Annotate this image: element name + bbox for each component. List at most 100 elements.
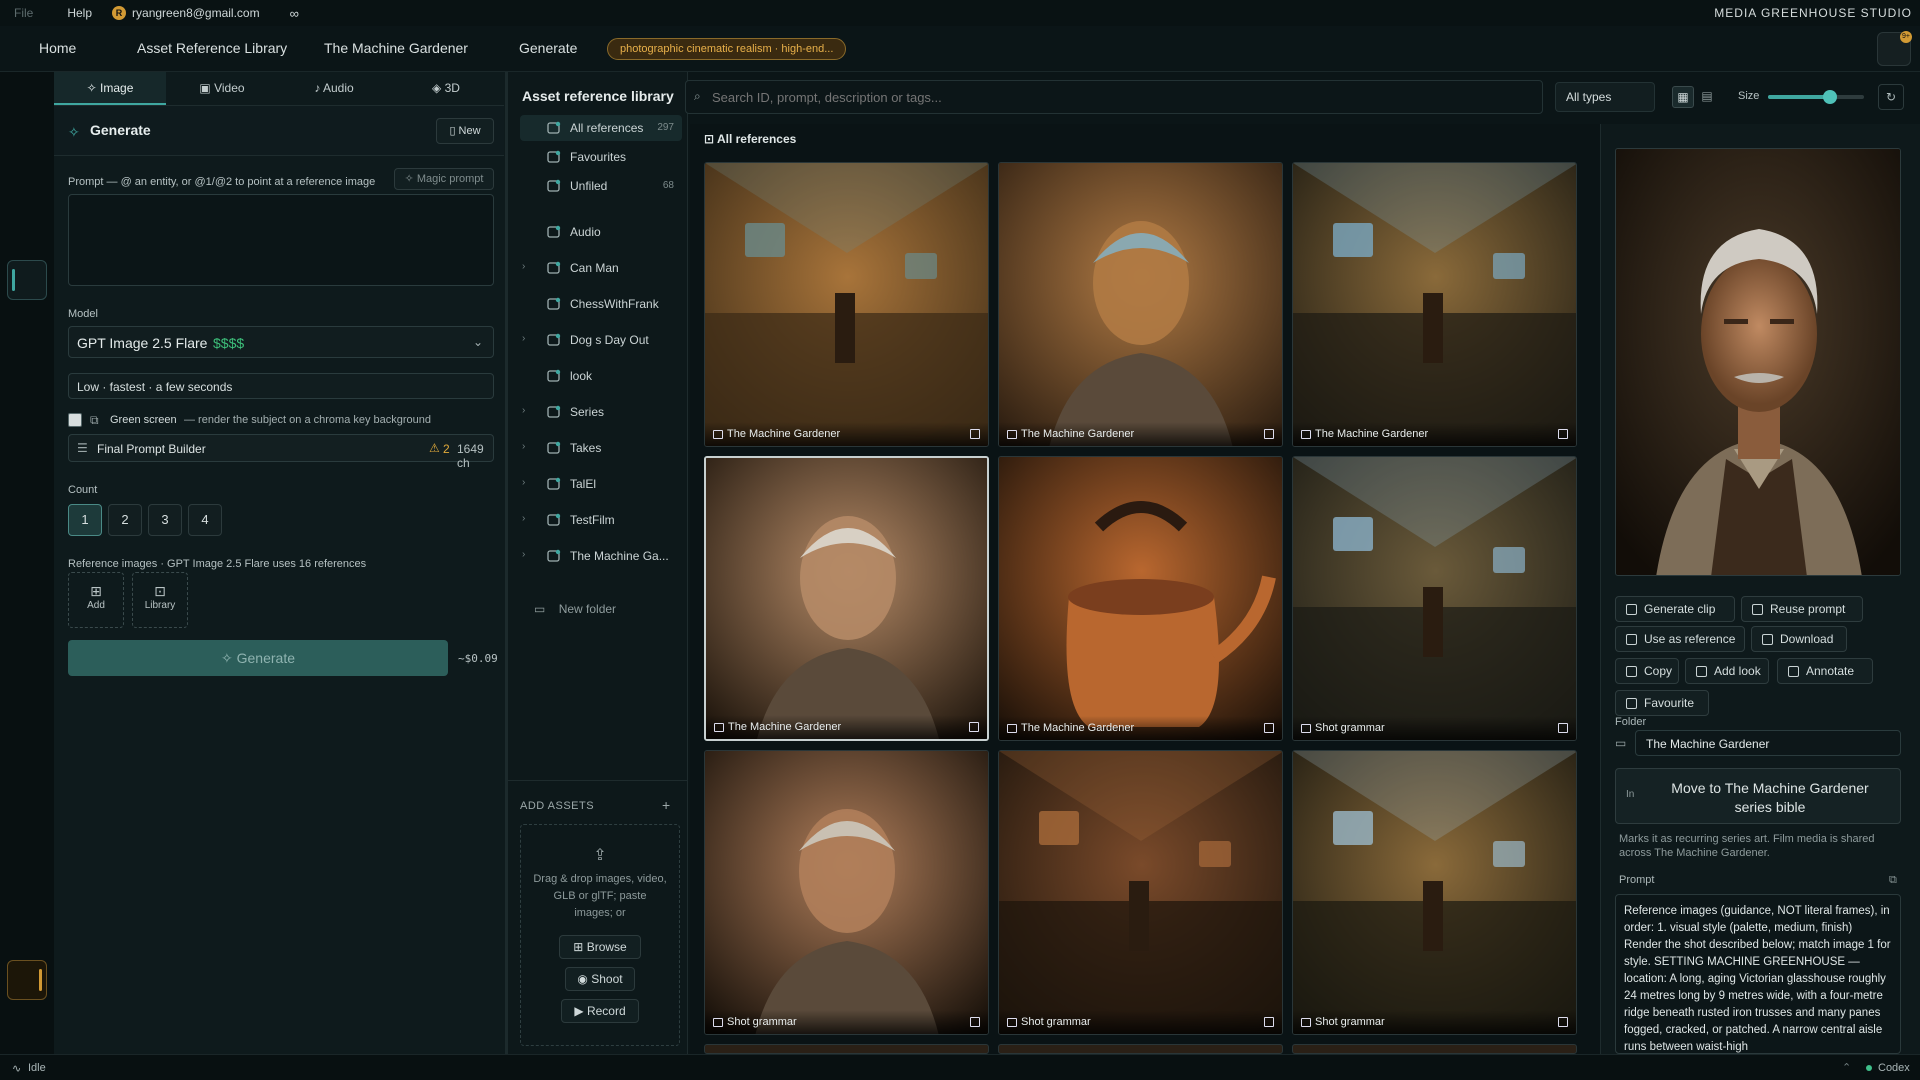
expand-icon[interactable]	[969, 722, 979, 732]
copy-button[interactable]: Copy	[1615, 658, 1679, 684]
reuse-prompt-button[interactable]: Reuse prompt	[1741, 596, 1863, 622]
record-button[interactable]: ▶ Record	[561, 999, 639, 1023]
nav-asset-library[interactable]: Asset Reference Library	[137, 40, 287, 56]
chevron-right-icon[interactable]: ›	[522, 477, 525, 488]
folder-icon: ▭	[1615, 736, 1627, 750]
green-screen-checkbox[interactable]	[68, 413, 82, 427]
sidebar-item-dog-s-day-out[interactable]: › Dog s Day Out	[520, 327, 682, 353]
expand-icon[interactable]	[1264, 723, 1274, 733]
browse-button[interactable]: ⊞ Browse	[559, 935, 641, 959]
download-button[interactable]: Download	[1751, 626, 1847, 652]
generate-button[interactable]: ✧ Generate	[68, 640, 448, 676]
new-button[interactable]: ▯ New	[436, 118, 494, 144]
rail-panel-button[interactable]	[7, 260, 47, 300]
move-to-series-bible-button[interactable]: In Move to The Machine Gardener series b…	[1615, 768, 1901, 824]
tile-caption: The Machine Gardener	[999, 422, 1282, 446]
count-4[interactable]: 4	[188, 504, 222, 536]
drop-zone[interactable]: ⇪ Drag & drop images, video, GLB or glTF…	[520, 824, 680, 1046]
reference-tile[interactable]: The Machine Gardener	[998, 456, 1283, 741]
sidebar-item-series[interactable]: › Series	[520, 399, 682, 425]
reference-tile-partial[interactable]	[704, 1044, 989, 1054]
expand-icon[interactable]	[1264, 429, 1274, 439]
sidebar-item-the-machine-ga[interactable]: › The Machine Ga...	[520, 543, 682, 569]
chevron-right-icon[interactable]: ›	[522, 405, 525, 416]
type-filter-select[interactable]: All types	[1555, 82, 1655, 112]
menu-help[interactable]: Help	[67, 6, 92, 20]
reference-tile-partial[interactable]	[998, 1044, 1283, 1054]
favourite-button[interactable]: Favourite	[1615, 690, 1709, 716]
chevron-right-icon[interactable]: ›	[522, 333, 525, 344]
expand-icon[interactable]	[1264, 1017, 1274, 1027]
reference-tile[interactable]: The Machine Gardener	[1292, 162, 1577, 447]
reference-tile-partial[interactable]	[1292, 1044, 1577, 1054]
folder-select[interactable]: The Machine Gardener	[1635, 730, 1901, 756]
account-menu[interactable]: R ryangreen8@gmail.com	[112, 6, 260, 20]
count-1[interactable]: 1	[68, 504, 102, 536]
sidebar-item-favourites[interactable]: Favourites	[520, 144, 682, 170]
chevron-up-icon[interactable]: ⌃	[1842, 1061, 1851, 1074]
copy-prompt-icon[interactable]: ⧉	[1889, 874, 1897, 887]
expand-icon[interactable]	[970, 429, 980, 439]
chevron-right-icon[interactable]: ›	[522, 261, 525, 272]
tile-image	[705, 751, 988, 1034]
count-2[interactable]: 2	[108, 504, 142, 536]
tab-video[interactable]: ▣ Video	[166, 72, 278, 105]
reference-tile[interactable]: Shot grammar	[1292, 750, 1577, 1035]
chevron-right-icon[interactable]: ›	[522, 513, 525, 524]
use-as-reference-button[interactable]: Use as reference	[1615, 626, 1745, 652]
list-view-icon[interactable]: ▤	[1696, 86, 1718, 108]
agent-name[interactable]: Codex	[1878, 1062, 1910, 1074]
tab-3d[interactable]: ◈ 3D	[390, 72, 502, 105]
size-slider[interactable]	[1768, 90, 1864, 104]
quality-select[interactable]: Low · fastest · a few seconds	[68, 373, 494, 399]
expand-icon[interactable]	[970, 1017, 980, 1027]
link-icon[interactable]: ∞	[290, 6, 299, 21]
nav-home[interactable]: Home	[39, 40, 76, 56]
new-folder-button[interactable]: ▭ New folder	[520, 602, 616, 616]
count-3[interactable]: 3	[148, 504, 182, 536]
shoot-button[interactable]: ◉ Shoot	[565, 967, 635, 991]
expand-icon[interactable]	[1558, 1017, 1568, 1027]
sidebar-item-talel[interactable]: › TalEl	[520, 471, 682, 497]
project-avatar[interactable]: 9+	[1877, 31, 1912, 66]
final-prompt-builder[interactable]: ☰ Final Prompt Builder ⚠ 2 1649 ch	[68, 434, 494, 470]
nav-project[interactable]: The Machine Gardener	[324, 40, 468, 56]
reference-tile[interactable]: Shot grammar	[704, 750, 989, 1035]
sidebar-item-chesswithfrank[interactable]: ChessWithFrank	[520, 291, 682, 317]
size-slider-thumb[interactable]	[1823, 90, 1838, 104]
sidebar-item-all-references[interactable]: All references 297	[520, 115, 682, 141]
search-input[interactable]	[712, 83, 1532, 111]
grid-view-icon[interactable]: ▦	[1672, 86, 1694, 108]
sidebar-item-can-man[interactable]: › Can Man	[520, 255, 682, 281]
add-reference-button[interactable]: ⊞ Add	[68, 572, 124, 628]
magic-prompt-button[interactable]: ✧ Magic prompt	[394, 168, 494, 190]
generate-clip-button[interactable]: Generate clip	[1615, 596, 1735, 622]
expand-icon[interactable]	[1558, 723, 1568, 733]
refresh-icon[interactable]: ↻	[1878, 84, 1904, 110]
add-icon[interactable]: +	[662, 797, 670, 813]
add-look-button[interactable]: Add look	[1685, 658, 1769, 684]
prompt-input[interactable]	[68, 194, 494, 286]
nav-generate[interactable]: Generate	[519, 40, 577, 56]
tab-audio[interactable]: ♪ Audio	[278, 72, 390, 105]
chevron-right-icon[interactable]: ›	[522, 549, 525, 560]
library-reference-button[interactable]: ⊡ Library	[132, 572, 188, 628]
reference-tile[interactable]: The Machine Gardener	[704, 162, 989, 447]
sidebar-item-audio[interactable]: Audio	[520, 219, 682, 245]
reference-tile[interactable]: The Machine Gardener	[704, 456, 989, 741]
style-pill[interactable]: photographic cinematic realism · high-en…	[607, 38, 847, 60]
sidebar-item-takes[interactable]: › Takes	[520, 435, 682, 461]
expand-icon[interactable]	[1558, 429, 1568, 439]
annotate-button[interactable]: Annotate	[1777, 658, 1873, 684]
reference-tile[interactable]: Shot grammar	[998, 750, 1283, 1035]
sidebar-item-unfiled[interactable]: Unfiled 68	[520, 173, 682, 199]
model-select[interactable]: GPT Image 2.5 Flare $$$$ ⌄	[68, 326, 494, 358]
sidebar-item-look[interactable]: look	[520, 363, 682, 389]
rail-amber-button[interactable]	[7, 960, 47, 1000]
reference-tile[interactable]: The Machine Gardener	[998, 162, 1283, 447]
chevron-right-icon[interactable]: ›	[522, 441, 525, 452]
reference-tile[interactable]: Shot grammar	[1292, 456, 1577, 741]
sidebar-item-testfilm[interactable]: › TestFilm	[520, 507, 682, 533]
menu-file[interactable]: File	[14, 6, 33, 20]
tab-image[interactable]: ✧ Image	[54, 72, 166, 105]
